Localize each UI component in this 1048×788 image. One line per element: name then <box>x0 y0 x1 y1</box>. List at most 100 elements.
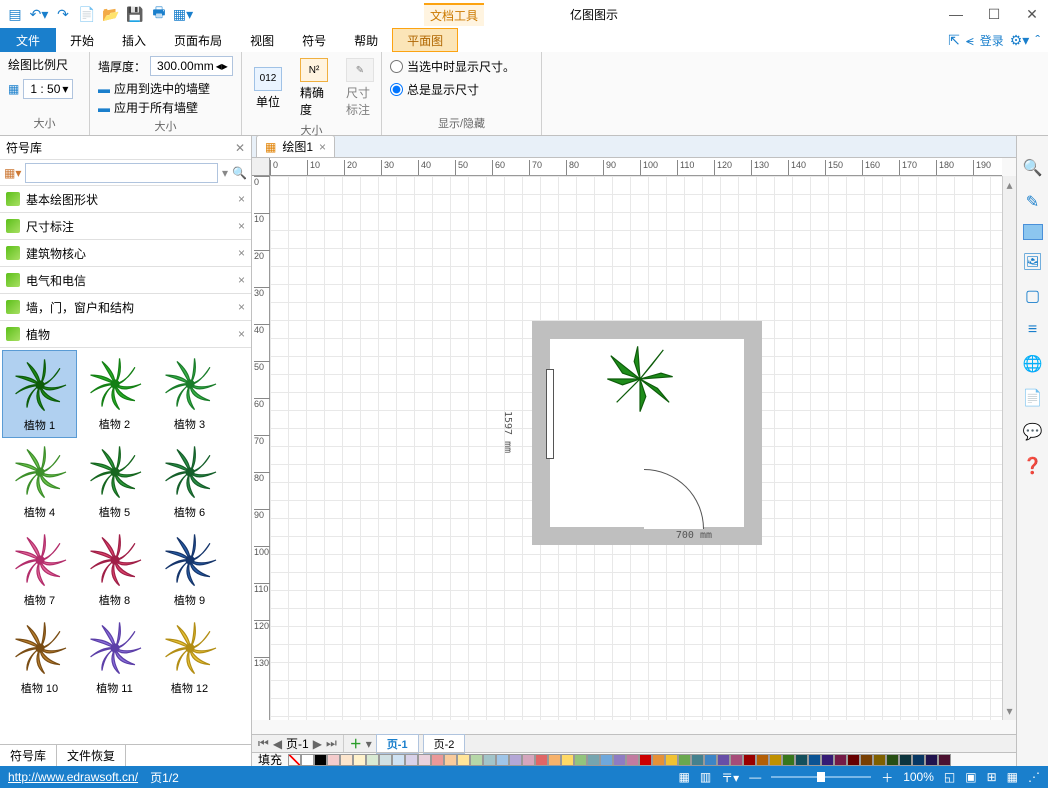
menu-view[interactable]: 视图 <box>236 28 288 52</box>
color-swatch[interactable] <box>366 754 379 766</box>
scale-input[interactable]: 1 : 50▾ <box>23 79 73 99</box>
color-swatch[interactable] <box>314 754 327 766</box>
zoom-out-icon[interactable]: — <box>749 770 761 784</box>
apply-all-walls[interactable]: ▬应用于所有墙壁 <box>98 99 210 116</box>
search-input[interactable] <box>25 163 218 183</box>
color-swatch[interactable] <box>834 754 847 766</box>
print-icon[interactable]: 🖶 <box>148 3 170 25</box>
category-3[interactable]: 电气和电信× <box>0 267 251 294</box>
menu-file[interactable]: 文件 <box>0 28 56 52</box>
color-swatch[interactable] <box>704 754 717 766</box>
search-icon[interactable]: 🔍 <box>232 166 247 180</box>
category-1[interactable]: 尺寸标注× <box>0 213 251 240</box>
plant-item-10[interactable]: 植物 10 <box>2 614 77 702</box>
color-swatch[interactable] <box>899 754 912 766</box>
window-shape[interactable] <box>546 369 554 459</box>
menu-insert[interactable]: 插入 <box>108 28 160 52</box>
show-selected-radio[interactable]: 当选中时显示尺寸。 <box>390 56 515 77</box>
save-icon[interactable]: ▤ <box>4 3 26 25</box>
footer-tab-symbol-lib[interactable]: 符号库 <box>0 745 57 766</box>
color-swatch[interactable] <box>782 754 795 766</box>
color-swatch[interactable] <box>535 754 548 766</box>
menu-plan[interactable]: 平面图 <box>392 28 458 52</box>
close-panel-icon[interactable]: ✕ <box>235 141 245 155</box>
lib-picker-icon[interactable]: ▦▾ <box>4 166 21 180</box>
precision-button[interactable]: N²精确度 <box>296 56 332 120</box>
menu-layout[interactable]: 页面布局 <box>160 28 236 52</box>
color-swatch[interactable] <box>639 754 652 766</box>
color-swatch[interactable] <box>379 754 392 766</box>
undo-icon[interactable]: ↶▾ <box>28 3 50 25</box>
category-close-icon[interactable]: × <box>238 246 245 260</box>
rt-image-icon[interactable]: 🖼 <box>1021 250 1045 274</box>
rt-text-icon[interactable]: ≡ <box>1021 318 1045 342</box>
no-fill-icon[interactable] <box>288 754 301 766</box>
status-fit3-icon[interactable]: ⊞ <box>987 770 997 784</box>
category-close-icon[interactable]: × <box>238 327 245 341</box>
status-resize-icon[interactable]: ⋰ <box>1028 770 1040 784</box>
door-shape[interactable] <box>644 469 704 529</box>
collapse-ribbon-icon[interactable]: ˆ <box>1035 32 1040 48</box>
minimize-button[interactable]: — <box>944 2 968 26</box>
save-as-icon[interactable]: 💾 <box>124 3 146 25</box>
color-swatch[interactable] <box>769 754 782 766</box>
color-swatch[interactable] <box>470 754 483 766</box>
color-swatch[interactable] <box>795 754 808 766</box>
wall-thick-input[interactable]: 300.00mm◂▸ <box>150 56 233 76</box>
color-swatch[interactable] <box>431 754 444 766</box>
footer-tab-recover[interactable]: 文件恢复 <box>57 745 126 766</box>
room-shape[interactable]: 1597 mm 700 mm <box>532 321 762 545</box>
color-swatch[interactable] <box>587 754 600 766</box>
menu-help[interactable]: 帮助 <box>340 28 392 52</box>
color-swatch[interactable] <box>353 754 366 766</box>
color-swatch[interactable] <box>743 754 756 766</box>
category-close-icon[interactable]: × <box>238 219 245 233</box>
color-swatch[interactable] <box>327 754 340 766</box>
plant-item-9[interactable]: 植物 9 <box>152 526 227 614</box>
category-close-icon[interactable]: × <box>238 192 245 206</box>
color-swatch[interactable] <box>925 754 938 766</box>
page-prev-icon[interactable]: ◀ <box>273 737 282 751</box>
color-swatch[interactable] <box>691 754 704 766</box>
rt-chat-icon[interactable]: 💬 <box>1021 420 1045 444</box>
zoom-slider[interactable] <box>771 776 871 778</box>
color-swatch[interactable] <box>444 754 457 766</box>
settings-icon[interactable]: ⚙▾ <box>1010 32 1030 49</box>
color-swatch[interactable] <box>886 754 899 766</box>
vertical-scrollbar[interactable]: ▴▾ <box>1002 176 1016 720</box>
color-swatch[interactable] <box>652 754 665 766</box>
rt-rect-icon[interactable] <box>1023 224 1043 240</box>
category-close-icon[interactable]: × <box>238 300 245 314</box>
plant-item-11[interactable]: 植物 11 <box>77 614 152 702</box>
category-4[interactable]: 墙，门，窗户和结构× <box>0 294 251 321</box>
color-swatch[interactable] <box>561 754 574 766</box>
color-swatch[interactable] <box>626 754 639 766</box>
status-fit1-icon[interactable]: ◱ <box>944 770 955 784</box>
page-tab-2[interactable]: 页-2 <box>423 734 466 754</box>
status-view3-icon[interactable]: 〒▾ <box>721 769 739 786</box>
zoom-in-icon[interactable]: ＋ <box>881 769 893 786</box>
color-swatch[interactable] <box>548 754 561 766</box>
page-menu-icon[interactable]: ▾ <box>366 737 372 751</box>
color-swatch[interactable] <box>613 754 626 766</box>
page-last-icon[interactable]: ⏭ <box>326 736 337 751</box>
share-icon[interactable]: ⪪ <box>966 32 974 49</box>
close-doc-icon[interactable]: × <box>319 140 326 154</box>
category-2[interactable]: 建筑物核心× <box>0 240 251 267</box>
color-swatch[interactable] <box>808 754 821 766</box>
color-swatch[interactable] <box>847 754 860 766</box>
plant-item-5[interactable]: 植物 5 <box>77 438 152 526</box>
login-link[interactable]: 登录 <box>980 32 1004 49</box>
color-swatch[interactable] <box>405 754 418 766</box>
add-page-icon[interactable]: ＋ <box>350 735 362 752</box>
rt-search-icon[interactable]: 🔍 <box>1021 156 1045 180</box>
color-swatch[interactable] <box>301 754 314 766</box>
document-tab[interactable]: ▦ 绘图1 × <box>256 136 335 157</box>
menu-symbol[interactable]: 符号 <box>288 28 340 52</box>
color-swatch[interactable] <box>665 754 678 766</box>
new-icon[interactable]: 📄 <box>76 3 98 25</box>
plant-item-6[interactable]: 植物 6 <box>152 438 227 526</box>
rt-help-icon[interactable]: ❓ <box>1021 454 1045 478</box>
status-fit2-icon[interactable]: ▣ <box>965 770 976 784</box>
show-always-radio[interactable]: 总是显示尺寸 <box>390 79 479 100</box>
